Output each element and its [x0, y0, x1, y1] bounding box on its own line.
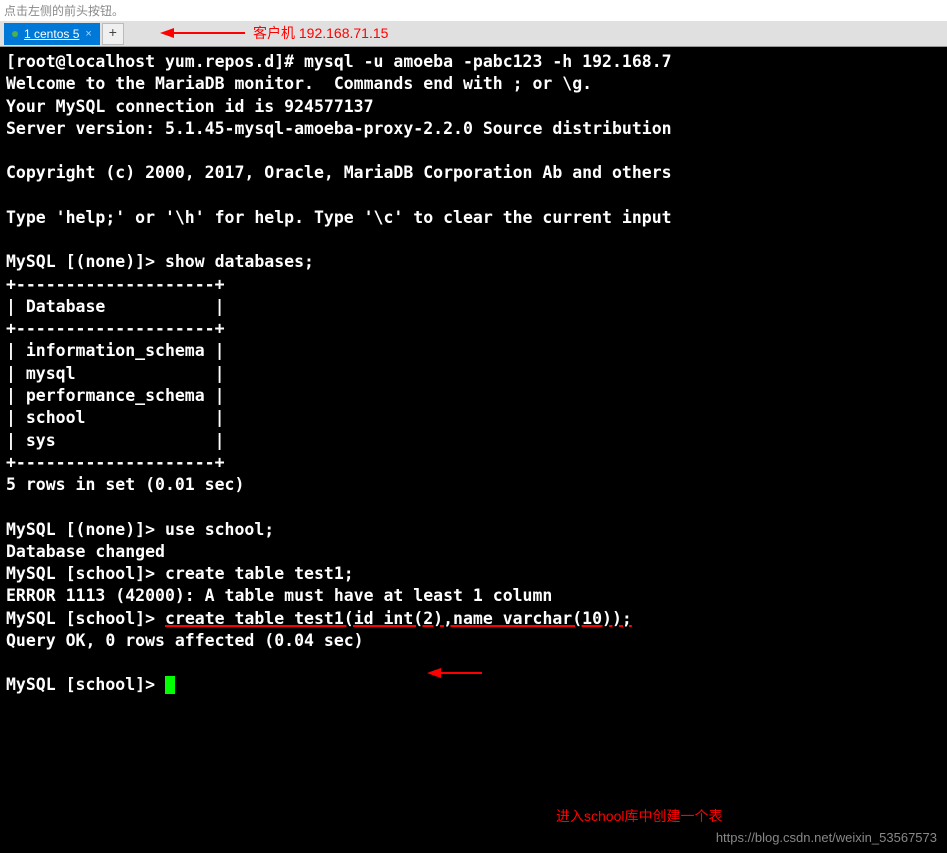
terminal-line: Welcome to the MariaDB monitor. Commands…: [6, 74, 592, 93]
cursor-icon: [165, 676, 175, 694]
table-row: | sys |: [6, 431, 225, 450]
tab-bar: 1 centos 5 × + 客户机 192.168.71.15: [0, 21, 947, 47]
mysql-prompt: MySQL [(none)]>: [6, 520, 165, 539]
tab-label: 1 centos 5: [24, 27, 79, 41]
top-hint-text: 点击左侧的前头按钮。: [0, 0, 947, 21]
mysql-prompt: MySQL [school]>: [6, 564, 165, 583]
terminal-line: Server version: 5.1.45-mysql-amoeba-prox…: [6, 119, 672, 138]
table-border: +--------------------+: [6, 319, 225, 338]
shell-command: mysql -u amoeba -pabc123 -h 192.168.7: [304, 52, 672, 71]
terminal-line: Your MySQL connection id is 924577137: [6, 97, 374, 116]
mysql-prompt-line: MySQL [(none)]> show databases;: [6, 252, 314, 271]
terminal-output[interactable]: [root@localhost yum.repos.d]# mysql -u a…: [0, 47, 947, 853]
annotation-create-table: 进入school库中创建一个表: [556, 807, 722, 826]
result-message: 5 rows in set (0.01 sec): [6, 475, 244, 494]
table-header: | Database |: [6, 297, 225, 316]
mysql-prompt: MySQL [school]>: [6, 609, 165, 628]
db-changed-message: Database changed: [6, 542, 165, 561]
table-row: | performance_schema |: [6, 386, 225, 405]
table-row: | information_schema |: [6, 341, 225, 360]
mysql-prompt: MySQL [school]>: [6, 675, 165, 694]
table-row: | mysql |: [6, 364, 225, 383]
arrow-left-icon: [427, 664, 482, 682]
mysql-command: use school;: [165, 520, 274, 539]
add-tab-button[interactable]: +: [102, 23, 124, 45]
status-dot-icon: [12, 31, 18, 37]
arrow-left-icon: [160, 24, 245, 42]
mysql-command-highlighted: create table test1(id int(2),name varcha…: [165, 609, 632, 628]
table-border: +--------------------+: [6, 453, 225, 472]
shell-prompt: [root@localhost yum.repos.d]#: [6, 52, 304, 71]
mysql-command: create table test1;: [165, 564, 354, 583]
close-icon[interactable]: ×: [85, 28, 91, 40]
terminal-tab[interactable]: 1 centos 5 ×: [4, 23, 100, 45]
watermark-url: https://blog.csdn.net/weixin_53567573: [716, 829, 937, 847]
terminal-line: Type 'help;' or '\h' for help. Type '\c'…: [6, 208, 672, 227]
error-message: ERROR 1113 (42000): A table must have at…: [6, 586, 552, 605]
table-row: | school |: [6, 408, 225, 427]
query-ok-message: Query OK, 0 rows affected (0.04 sec): [6, 631, 364, 650]
annotation-client-ip: 客户机 192.168.71.15: [160, 23, 388, 43]
terminal-line: Copyright (c) 2000, 2017, Oracle, MariaD…: [6, 163, 672, 182]
annotation-text: 客户机 192.168.71.15: [253, 23, 388, 43]
table-border: +--------------------+: [6, 275, 225, 294]
annotation-arrow-mid: [400, 631, 482, 690]
